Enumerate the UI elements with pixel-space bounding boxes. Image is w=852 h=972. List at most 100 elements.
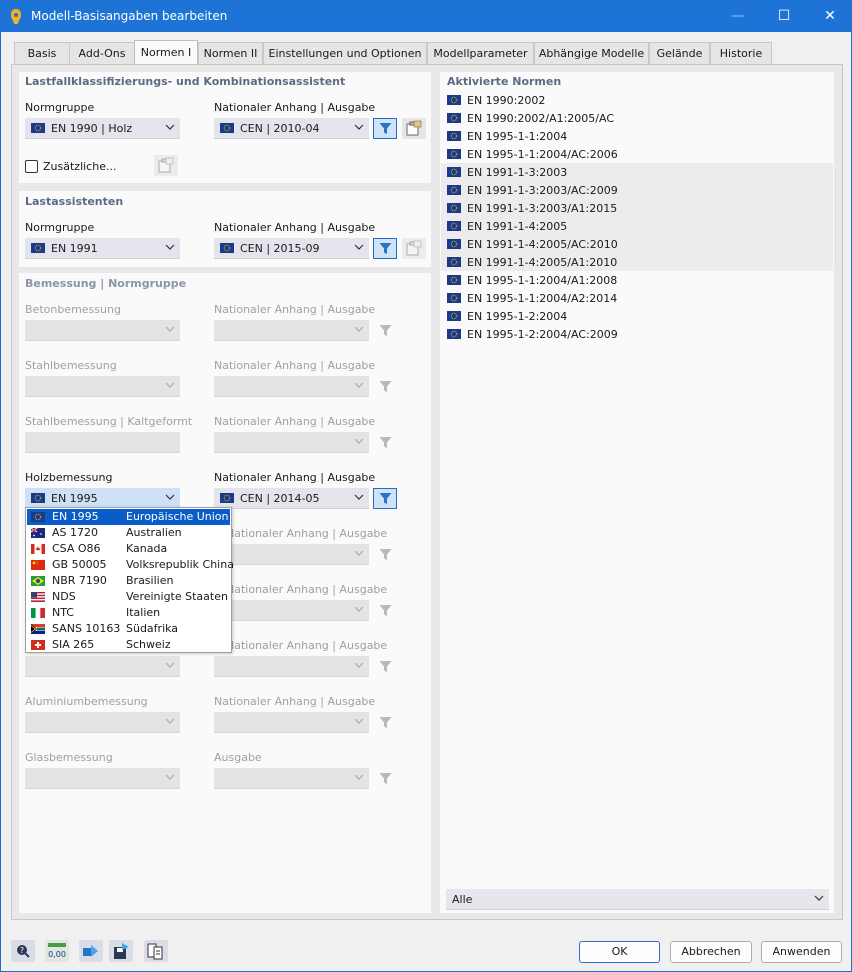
tab-basis[interactable]: Basis (14, 42, 70, 64)
dropdown-option-za[interactable]: SANS 10163 Südafrika (27, 621, 230, 637)
norm-list-item-label: EN 1991-1-3:2003/AC:2009 (467, 184, 618, 197)
aktivierte-filter-select[interactable]: Alle (446, 889, 829, 910)
kaltgeformt-select[interactable] (25, 432, 180, 453)
tab-historie[interactable]: Historie (710, 42, 772, 64)
tab-einstellungen[interactable]: Einstellungen und Optionen (263, 42, 427, 64)
filter-icon (379, 717, 392, 728)
chevron-down-icon (354, 382, 364, 388)
close-button[interactable]: ✕ (807, 1, 851, 32)
stahl-filter-button[interactable] (373, 376, 397, 397)
lastfall-annex-value: CEN | 2010-04 (240, 122, 320, 135)
glas-filter-button[interactable] (373, 768, 397, 789)
row6-annex-select[interactable] (214, 656, 369, 677)
beton-annex-select[interactable] (214, 320, 369, 341)
ch-flag-icon (31, 640, 45, 650)
norm-list-item-label: EN 1990:2002/A1:2005/AC (467, 112, 615, 125)
lastfall-norm-select[interactable]: EN 1990 | Holz (25, 118, 180, 139)
row6-filter-button[interactable] (373, 656, 397, 677)
ok-button[interactable]: OK (579, 941, 660, 963)
dropdown-option-code: NDS (52, 590, 76, 603)
dropdown-option-country: Australien (126, 526, 182, 539)
chevron-down-icon (165, 124, 175, 130)
eu-flag-icon (220, 493, 234, 503)
dialog-window: Modell-Basisangaben bearbeiten — ☐ ✕ Bas… (0, 0, 852, 972)
library-button[interactable] (144, 940, 168, 962)
tab-normen-1[interactable]: Normen I (134, 40, 198, 65)
last-title: Lastassistenten (25, 195, 124, 208)
clipboard-icon (158, 157, 174, 173)
dropdown-option-eu[interactable]: EN 1995 Europäische Union (27, 509, 230, 525)
apply-button[interactable]: Anwenden (761, 941, 842, 963)
dropdown-option-br[interactable]: NBR 7190 Brasilien (27, 573, 230, 589)
dropdown-option-au[interactable]: AS 1720 Australien (27, 525, 230, 541)
row5-annex-select[interactable] (214, 600, 369, 621)
norm-list-item-label: EN 1990:2002 (467, 94, 546, 107)
last-annex-select[interactable]: CEN | 2015-09 (214, 238, 369, 259)
holz-filter-button[interactable] (373, 488, 397, 509)
aluminium-filter-button[interactable] (373, 712, 397, 733)
stahl-select[interactable] (25, 376, 180, 397)
row5-filter-button[interactable] (373, 600, 397, 621)
last-norm-select[interactable]: EN 1991 (25, 238, 180, 259)
kaltgeformt-filter-button[interactable] (373, 432, 397, 453)
norm-list-item-label: EN 1995-1-1:2004/AC:2006 (467, 148, 618, 161)
beton-filter-button[interactable] (373, 320, 397, 341)
dropdown-option-it[interactable]: NTC Italien (27, 605, 230, 621)
tab-modellparameter[interactable]: Modellparameter (427, 42, 534, 64)
dropdown-option-country: Vereinigte Staaten (126, 590, 228, 603)
import-button[interactable] (79, 940, 103, 962)
zusaetzliche-checkbox[interactable] (25, 160, 38, 173)
chevron-down-icon (165, 244, 175, 250)
aluminium-annex-select[interactable] (214, 712, 369, 733)
chevron-down-icon (354, 774, 364, 780)
aktivierte-title: Aktivierte Normen (447, 75, 562, 88)
dropdown-option-us[interactable]: NDS Vereinigte Staaten (27, 589, 230, 605)
maximize-button[interactable]: ☐ (761, 1, 807, 32)
tab-abhaengige-modelle[interactable]: Abhängige Modelle (534, 42, 649, 64)
norm-list-item-label: EN 1991-1-3:2003 (467, 166, 568, 179)
aluminium-select[interactable] (25, 712, 180, 733)
dropdown-option-code: AS 1720 (52, 526, 98, 539)
glas-select[interactable] (25, 768, 180, 789)
dropdown-option-ch[interactable]: SIA 265 Schweiz (27, 637, 230, 653)
eu-flag-icon (447, 329, 461, 339)
tab-gelaende[interactable]: Gelände (649, 42, 710, 64)
holz-annex-select[interactable]: CEN | 2014-05 (214, 488, 369, 509)
eu-flag-icon (447, 167, 461, 177)
clipboard-icon (406, 120, 422, 136)
dropdown-option-cn[interactable]: GB 50005 Volksrepublik China (27, 557, 234, 573)
zusaetzliche-edit-button[interactable] (154, 155, 178, 176)
eu-flag-icon (447, 275, 461, 285)
help-button[interactable]: ? (11, 940, 35, 962)
save-button[interactable] (109, 940, 133, 962)
last-edit-button[interactable] (402, 238, 426, 259)
holz-select[interactable]: EN 1995 (25, 488, 180, 509)
dropdown-option-country: Brasilien (126, 574, 174, 587)
chevron-down-icon (814, 895, 824, 901)
row6-select[interactable] (25, 656, 180, 677)
lastfall-edit-button[interactable] (402, 118, 426, 139)
eu-flag-icon (220, 123, 234, 133)
dropdown-option-ca[interactable]: CSA O86 Kanada (27, 541, 230, 557)
minimize-button[interactable]: — (715, 1, 761, 32)
lastfall-filter-button[interactable] (373, 118, 397, 139)
beton-select[interactable] (25, 320, 180, 341)
tab-add-ons[interactable]: Add-Ons (69, 42, 135, 64)
tab-normen-2[interactable]: Normen II (198, 42, 263, 64)
units-button[interactable]: 0,00 (45, 940, 69, 962)
dropdown-option-country: Schweiz (126, 638, 171, 651)
filter-icon (379, 493, 392, 504)
chevron-down-icon (354, 718, 364, 724)
row4-filter-button[interactable] (373, 544, 397, 565)
chevron-down-icon (354, 662, 364, 668)
cancel-button[interactable]: Abbrechen (670, 941, 752, 963)
eu-flag-icon (447, 311, 461, 321)
stahl-annex-select[interactable] (214, 376, 369, 397)
filter-icon (379, 549, 392, 560)
glas-annex-select[interactable] (214, 768, 369, 789)
row4-annex-select[interactable] (214, 544, 369, 565)
kaltgeformt-annex-select[interactable] (214, 432, 369, 453)
last-filter-button[interactable] (373, 238, 397, 259)
eu-flag-icon (31, 512, 45, 522)
lastfall-annex-select[interactable]: CEN | 2010-04 (214, 118, 369, 139)
